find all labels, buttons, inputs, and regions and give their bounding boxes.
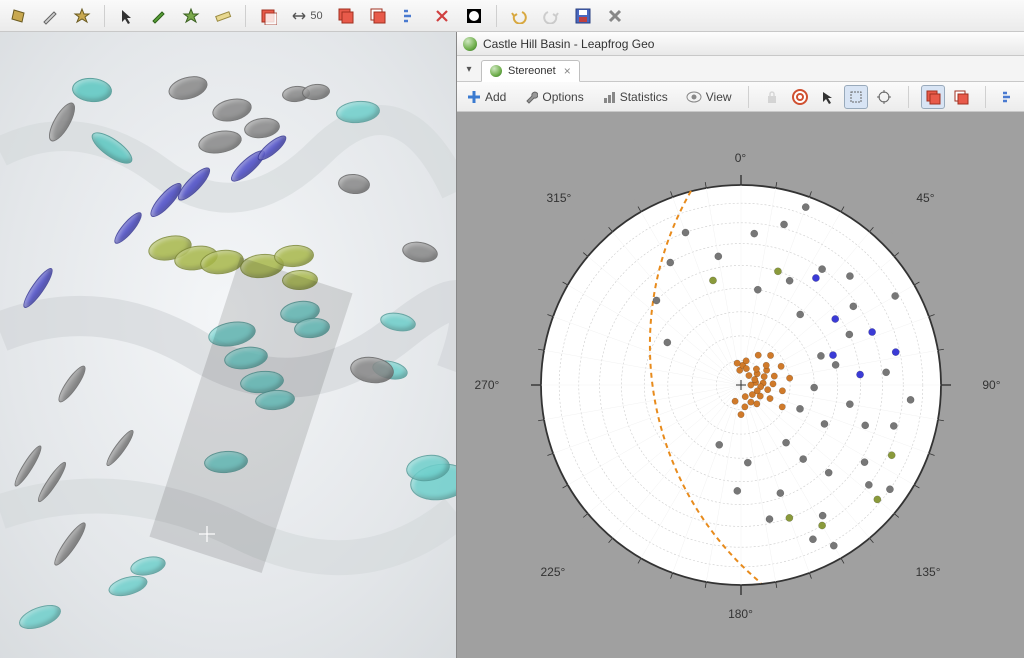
tab-stereonet[interactable]: Stereonet ×: [481, 60, 580, 82]
deg-label-nw: 315°: [547, 191, 572, 205]
pencil-icon[interactable]: [147, 4, 171, 28]
structural-disc[interactable]: [19, 265, 56, 311]
cursor2-icon[interactable]: [816, 85, 840, 109]
pen-tool-icon[interactable]: [38, 4, 62, 28]
layer-stack-white-icon[interactable]: [366, 4, 390, 28]
layer-red2-icon[interactable]: [921, 85, 945, 109]
save-icon[interactable]: [571, 4, 595, 28]
toolbar-separator: [245, 5, 246, 27]
window-title: Castle Hill Basin - Leapfrog Geo: [483, 37, 654, 51]
structural-disc[interactable]: [44, 99, 80, 145]
select-rect-icon[interactable]: [844, 85, 868, 109]
lifebuoy-icon[interactable]: [788, 85, 812, 109]
structural-disc[interactable]: [11, 443, 45, 489]
gear-star-icon[interactable]: [179, 4, 203, 28]
structural-disc[interactable]: [111, 209, 146, 247]
viewport-3d[interactable]: [0, 32, 456, 658]
zoom-target-icon[interactable]: [872, 85, 896, 109]
structural-disc[interactable]: [337, 173, 371, 196]
layer-stack-red-icon[interactable]: [334, 4, 358, 28]
tab-close-icon[interactable]: ×: [564, 64, 571, 78]
structural-disc[interactable]: [401, 239, 440, 265]
structural-disc[interactable]: [103, 427, 137, 468]
structural-disc[interactable]: [71, 76, 113, 103]
spacing-value: 50: [310, 10, 322, 22]
deg-label-n: 0°: [735, 151, 746, 165]
structural-disc[interactable]: [106, 572, 149, 600]
mask-bw-icon[interactable]: [462, 4, 486, 28]
structural-disc[interactable]: [16, 600, 64, 634]
structural-disc[interactable]: [166, 72, 210, 104]
ruler-icon[interactable]: [211, 4, 235, 28]
align2-icon[interactable]: [998, 85, 1018, 109]
panel-toolbar: Add Options Statistics View: [457, 82, 1024, 112]
stereonet-panel: Castle Hill Basin - Leapfrog Geo ▾ Stere…: [456, 32, 1024, 658]
view-button[interactable]: View: [682, 87, 736, 107]
main-toolbar: 50: [0, 0, 1024, 32]
arrows-icon[interactable]: 50: [288, 4, 326, 28]
plus-icon: [467, 90, 481, 104]
stereonet-canvas-area[interactable]: 0° 90° 180° 270° 45° 135° 225° 315°: [457, 112, 1024, 658]
layer-white2-icon[interactable]: [949, 85, 973, 109]
lock-icon[interactable]: [760, 85, 784, 109]
eye-icon: [686, 91, 702, 103]
deg-label-s: 180°: [728, 607, 753, 621]
cursor-icon[interactable]: [115, 4, 139, 28]
wrench-icon: [524, 90, 538, 104]
toolbar-separator: [748, 86, 749, 108]
structural-disc[interactable]: [54, 363, 89, 406]
stereonet-tab-icon: [490, 65, 502, 77]
stereonet-plot[interactable]: [511, 155, 971, 615]
add-button[interactable]: Add: [463, 87, 510, 107]
layer-red-icon[interactable]: [256, 4, 280, 28]
deg-label-e: 90°: [982, 378, 1000, 392]
work-area: Castle Hill Basin - Leapfrog Geo ▾ Stere…: [0, 32, 1024, 658]
close-icon[interactable]: [603, 4, 627, 28]
undo-icon[interactable]: [507, 4, 531, 28]
structural-disc[interactable]: [87, 127, 137, 169]
structural-disc[interactable]: [196, 127, 243, 156]
align-icon[interactable]: [398, 4, 422, 28]
toolbar-separator: [104, 5, 105, 27]
panel-titlebar: Castle Hill Basin - Leapfrog Geo: [457, 32, 1024, 56]
toolbar-separator: [908, 86, 909, 108]
structural-disc[interactable]: [379, 310, 418, 334]
cross-red-icon[interactable]: [430, 4, 454, 28]
toolbar-separator: [496, 5, 497, 27]
toolbar-separator: [985, 86, 986, 108]
structural-disc[interactable]: [50, 519, 90, 568]
deg-label-ne: 45°: [916, 191, 934, 205]
redo-icon[interactable]: [539, 4, 563, 28]
statistics-button[interactable]: Statistics: [598, 87, 672, 107]
deg-label-sw: 225°: [541, 565, 566, 579]
deg-label-w: 270°: [475, 378, 500, 392]
structural-disc[interactable]: [348, 354, 395, 386]
stats-icon: [602, 90, 616, 104]
tab-dropdown-icon[interactable]: ▾: [461, 61, 477, 77]
deg-label-se: 135°: [916, 565, 941, 579]
structural-disc[interactable]: [301, 83, 330, 101]
app-icon: [463, 37, 477, 51]
tab-label: Stereonet: [508, 65, 556, 77]
star-tool-icon[interactable]: [70, 4, 94, 28]
structural-disc[interactable]: [34, 459, 69, 504]
tab-strip: ▾ Stereonet ×: [457, 56, 1024, 82]
structural-disc[interactable]: [210, 95, 254, 125]
polygon-tool-icon[interactable]: [6, 4, 30, 28]
options-button[interactable]: Options: [520, 87, 587, 107]
structural-disc[interactable]: [273, 244, 314, 269]
structural-disc[interactable]: [335, 99, 381, 125]
